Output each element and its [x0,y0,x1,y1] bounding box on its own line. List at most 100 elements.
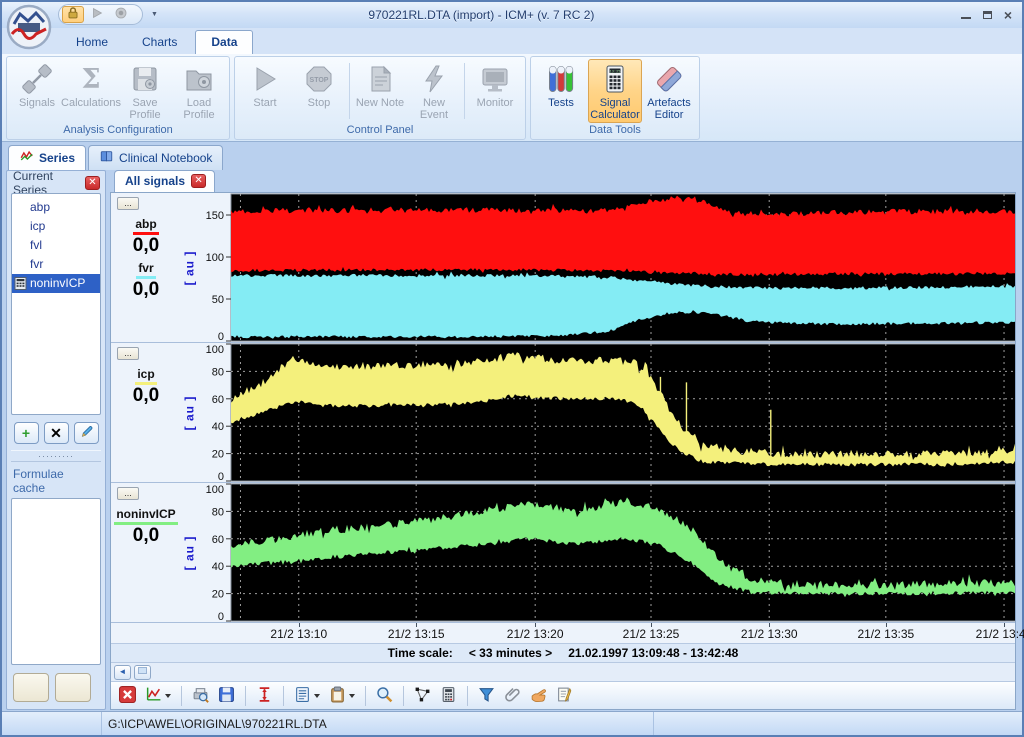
calculator-small-icon [440,686,457,706]
tab-all-signals[interactable]: All signals ✕ [114,170,216,192]
stop-button: STOP Stop [292,59,346,123]
time-tick-label: 21/2 13:10 [270,627,328,641]
ribbon-tab-charts[interactable]: Charts [126,30,193,54]
time-scale-bar: Time scale: < 33 minutes > 21.02.1997 13… [111,643,1015,663]
artefacts-editor-icon [653,63,685,95]
monitor-button: Monitor [468,59,522,123]
chart-tab-close-button[interactable]: ✕ [191,174,207,188]
signal-calculator-button[interactable]: 13:25 Signal Calculator [588,59,642,123]
restore-button[interactable] [982,11,992,19]
play-icon [90,6,104,23]
chart-options-button[interactable] [142,684,174,708]
load-profile-icon [183,63,215,95]
lock-button[interactable] [62,6,84,23]
ribbon-group-control-panel: Start STOP Stop New Note New Event Monitor Con… [234,56,526,140]
series-panel: Current Series ✕ abp icp fvl fvr noninvICP +… [6,169,106,710]
chart-options-more-button[interactable]: ... [117,487,139,500]
selection-icon [414,686,431,706]
add-series-button[interactable]: + [13,422,39,444]
series-item-fvl[interactable]: fvl [12,236,100,255]
status-section-path: G:\ICP\AWEL\ORIGINAL\970221RL.DTA [102,712,654,735]
tab-clinical-notebook[interactable]: Clinical Notebook [88,145,224,170]
panel-splitter[interactable]: ········· [11,450,101,462]
artefacts-editor-button[interactable]: Artefacts Editor [642,59,696,123]
file-path: G:\ICP\AWEL\ORIGINAL\970221RL.DTA [108,716,327,731]
annotations-icon [556,686,573,706]
tests-icon [545,63,577,95]
main-area: Current Series ✕ abp icp fvl fvr noninvICP +… [2,169,1024,711]
pan-button[interactable] [527,684,550,708]
chart-row-noninvicp: ... noninvICP 0,0 [ au ] 0 20 40 60 80 100 [111,483,1015,623]
series-item-fvr[interactable]: fvr [12,255,100,274]
app-logo-icon[interactable] [6,4,52,50]
button-label: New Event [419,97,449,121]
play-button[interactable] [86,6,108,23]
annotations-button[interactable] [553,684,576,708]
title-bar: ▼ 970221RL.DTA (import) - ICM+ (v. 7 RC … [2,2,1022,50]
time-tick-label: 21/2 13:20 [506,627,564,641]
close-button[interactable]: × [1004,8,1012,22]
signal-labels: icp 0,0 [111,343,181,482]
qat-dropdown-button[interactable]: ▼ [147,6,162,23]
time-tick-label: 21/2 13:35 [857,627,915,641]
print-preview-button[interactable] [189,684,212,708]
series-item-noninvicp[interactable]: noninvICP [12,274,100,293]
series-item-icp[interactable]: icp [12,217,100,236]
signal-name: icp [135,368,157,385]
tests-button[interactable]: Tests [534,59,588,123]
svg-text:150: 150 [206,210,224,222]
filter-button[interactable] [475,684,498,708]
minimize-button[interactable] [960,11,971,19]
panel-footer-button-2[interactable] [55,673,91,702]
panel-footer-button-1[interactable] [13,673,49,702]
select-region-button[interactable] [411,684,434,708]
time-scale-value[interactable]: < 33 minutes > [469,646,552,660]
series-item-abp[interactable]: abp [12,198,100,217]
series-actions: + ✕ [11,415,101,450]
new-note-icon [364,63,396,95]
ribbon-tab-home[interactable]: Home [60,30,124,54]
time-scale-range: 21.02.1997 13:09:48 - 13:42:48 [568,646,739,660]
zoom-button[interactable] [373,684,396,708]
series-panel-close-button[interactable]: ✕ [85,175,100,190]
ribbon-tab-data[interactable]: Data [195,30,254,54]
button-label: Save Profile [129,97,161,121]
series-icon [19,149,34,166]
edit-series-button[interactable] [73,422,99,444]
chart-options-more-button[interactable]: ... [117,347,139,360]
button-label: Start [253,97,277,109]
svg-text:100: 100 [206,484,224,496]
svg-text:20: 20 [212,589,224,601]
toolbar-separator [403,685,404,706]
dropdown-caret-icon [165,693,171,698]
fit-vertical-button[interactable] [253,684,276,708]
tab-series[interactable]: Series [8,145,87,170]
plot-abp-fvr[interactable]: 0 50 100 150 [197,193,1015,342]
content-area: Series Clinical Notebook Current Series ✕… [2,142,1024,711]
svg-text:0: 0 [218,471,224,482]
scroll-left-button[interactable]: ◄ [114,664,131,680]
save-button[interactable] [215,684,238,708]
close-red-icon [119,685,136,706]
svg-text:20: 20 [212,449,224,461]
link-button[interactable] [501,684,524,708]
time-scale-label: Time scale: [387,646,453,660]
svg-text:0: 0 [218,331,224,342]
close-view-button[interactable] [116,684,139,708]
svg-text:40: 40 [212,561,224,573]
delete-series-button[interactable]: ✕ [43,422,69,444]
report-button[interactable] [291,684,323,708]
plot-icp[interactable]: 0 20 40 60 80 100 [197,343,1015,482]
clipboard-icon [329,686,346,706]
clipboard-button[interactable] [326,684,358,708]
series-list[interactable]: abp icp fvl fvr noninvICP [11,193,101,415]
plot-noninvicp[interactable]: 0 20 40 60 80 100 [197,483,1015,622]
group-separator [349,63,350,119]
link-icon [504,686,521,706]
page-button[interactable] [134,664,151,680]
formulae-cache-list[interactable] [11,498,101,665]
time-tick-label: 21/2 13:40 [975,627,1024,641]
record-button[interactable] [110,6,132,23]
chart-options-more-button[interactable]: ... [117,197,139,210]
calculator-button[interactable] [437,684,460,708]
